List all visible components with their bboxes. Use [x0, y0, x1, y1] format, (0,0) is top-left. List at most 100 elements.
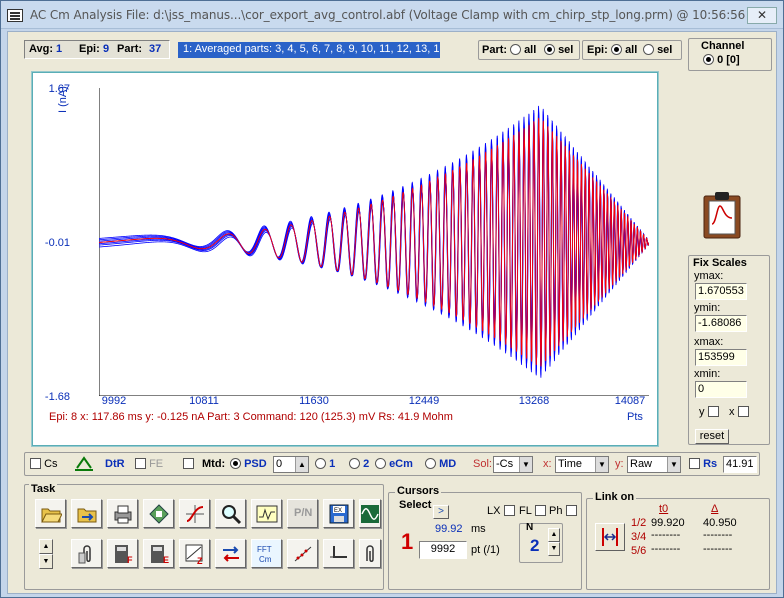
- client-area: Avg: 1 Epi: 9 Part: 37 1: Averaged parts…: [7, 31, 777, 594]
- svg-text:EX: EX: [334, 508, 342, 514]
- epi-all-radio[interactable]: all: [611, 44, 637, 56]
- folder-open-icon: [41, 508, 62, 523]
- cursor-time-unit: ms: [471, 523, 486, 535]
- part-select-group: Part: all sel: [478, 40, 580, 60]
- plot-status-text: Epi: 8 x: 117.86 ms y: -0.125 nA Part: 3…: [49, 411, 453, 423]
- cursor-select-button[interactable]: >: [433, 505, 449, 519]
- plot-canvas: [99, 88, 649, 396]
- xmin-field[interactable]: 0: [695, 381, 747, 398]
- ecm-radio[interactable]: eCm: [375, 458, 413, 470]
- part-sel-radio[interactable]: sel: [544, 44, 573, 56]
- scope-trace-icon: [256, 505, 278, 523]
- fit-button[interactable]: [179, 499, 210, 528]
- open-file-button[interactable]: [35, 499, 66, 528]
- cursor-time-value: 99.92: [435, 523, 463, 535]
- scatter-fit-icon: [294, 546, 312, 562]
- psd-spinner[interactable]: 0 ▲: [273, 456, 309, 473]
- part-value: 37: [149, 43, 162, 55]
- paperclip-icon: [78, 545, 91, 564]
- psd-radio[interactable]: PSD: [230, 458, 267, 470]
- baseline-step-button[interactable]: [323, 539, 354, 568]
- link-row-3-delta: --------: [703, 543, 733, 555]
- ph-checkbox[interactable]: Ph: [549, 505, 577, 517]
- sine-wave-icon: [361, 505, 379, 523]
- folder-sync-button[interactable]: [71, 499, 102, 528]
- extra-checkbox[interactable]: [183, 458, 194, 470]
- x-axis-select-label: x:: [543, 458, 552, 470]
- xmax-label: xmax:: [694, 336, 724, 348]
- title-bar: AC Cm Analysis File: d:\jss_manus...\cor…: [1, 1, 783, 29]
- n-label: N: [526, 522, 534, 533]
- ymin-field[interactable]: -1.68086: [695, 315, 747, 332]
- part-group-label: Part:: [482, 44, 508, 56]
- window-title: AC Cm Analysis File: d:\jss_manus...\cor…: [30, 8, 767, 22]
- lx-checkbox[interactable]: LX: [487, 505, 515, 517]
- attach2-button[interactable]: [359, 539, 381, 568]
- clipboard-icon[interactable]: [702, 190, 742, 240]
- avg-epi-part-indicator: Avg: 1 Epi: 9 Part: 37: [24, 40, 170, 59]
- export-button[interactable]: EX: [323, 499, 354, 528]
- xmax-field[interactable]: 153599: [695, 349, 747, 366]
- paperclip2-icon: [366, 545, 374, 562]
- radio-2[interactable]: 2: [349, 458, 369, 470]
- close-button[interactable]: ✕: [747, 7, 777, 24]
- rs-field[interactable]: 41.91: [723, 456, 757, 473]
- x-axis-select[interactable]: Time ▼: [555, 456, 609, 473]
- print-button[interactable]: [107, 499, 138, 528]
- link-row-1-delta: 40.950: [703, 517, 737, 529]
- y-fix-checkbox[interactable]: y: [699, 406, 719, 418]
- md-radio[interactable]: MD: [425, 458, 456, 470]
- scope-button[interactable]: [251, 499, 282, 528]
- cursors-group: Cursors Select > LX FL Ph 1 99.92 ms 999…: [388, 485, 582, 590]
- y-axis-select-label: y:: [615, 458, 624, 470]
- task-spinner[interactable]: ▲ ▼: [39, 539, 53, 569]
- mtd-label: Mtd:: [202, 458, 226, 470]
- ymax-label: ymax:: [694, 270, 724, 282]
- baseline-icon[interactable]: [73, 455, 95, 476]
- fft-cm-button[interactable]: FFT Cm: [251, 539, 282, 568]
- signal-monitor-button[interactable]: [359, 499, 381, 528]
- link-row-3-t0: --------: [651, 543, 681, 555]
- x-tick-2: 11630: [299, 395, 329, 407]
- link-toggle-button[interactable]: [595, 523, 625, 551]
- cursor-pt-field[interactable]: 9992: [419, 541, 467, 559]
- pn-button[interactable]: P/N: [287, 499, 318, 528]
- sol-select[interactable]: -Cs ▼: [493, 456, 533, 473]
- fl-checkbox[interactable]: FL: [519, 505, 546, 517]
- y-tick-max: 1.67: [48, 83, 70, 95]
- svg-text:Z: Z: [197, 556, 203, 565]
- zoom-button[interactable]: [215, 499, 246, 528]
- radio-1[interactable]: 1: [315, 458, 335, 470]
- x-tick-1: 10811: [189, 395, 219, 407]
- y-axis-select[interactable]: Raw ▼: [627, 456, 681, 473]
- parts-list-box[interactable]: 1: Averaged parts: 3, 4, 5, 6, 7, 8, 9, …: [178, 42, 440, 58]
- diskette-button[interactable]: [143, 499, 174, 528]
- attach-button[interactable]: [71, 539, 102, 568]
- app-icon[interactable]: [7, 9, 23, 22]
- reset-button[interactable]: reset: [695, 429, 729, 444]
- fft-cm-icon: FFTCm: [257, 545, 272, 564]
- part-all-radio[interactable]: all: [510, 44, 536, 56]
- export-disk-icon: EX: [329, 504, 349, 524]
- dtr-button[interactable]: DtR: [105, 458, 125, 470]
- calculator-e-icon: E: [151, 545, 169, 565]
- rs-checkbox[interactable]: Rs: [689, 458, 717, 470]
- plot-area[interactable]: I (nA) 1.67 -0.01 -1.68 9992 10811 11630…: [31, 71, 659, 447]
- x-fix-checkbox[interactable]: x: [729, 406, 749, 418]
- fe-checkbox[interactable]: FE: [135, 458, 163, 470]
- calc-f-button[interactable]: F: [107, 539, 138, 568]
- cs-checkbox[interactable]: Cs: [30, 458, 58, 470]
- sol-label: Sol:: [473, 458, 492, 470]
- ymax-field[interactable]: 1.670553: [695, 283, 747, 300]
- epi-sel-radio[interactable]: sel: [643, 44, 672, 56]
- curve-fit-icon: [186, 505, 204, 523]
- ymin-label: ymin:: [694, 302, 721, 314]
- n-spinner[interactable]: ▲ ▼: [548, 528, 560, 558]
- scatter-fit-button[interactable]: [287, 539, 318, 568]
- impedance-z-button[interactable]: Z: [179, 539, 210, 568]
- swap-button[interactable]: [215, 539, 246, 568]
- diamond-disk-icon: [149, 504, 169, 524]
- calc-e-button[interactable]: E: [143, 539, 174, 568]
- printer-icon: [114, 505, 132, 524]
- channel-radio[interactable]: 0 [0]: [703, 54, 740, 66]
